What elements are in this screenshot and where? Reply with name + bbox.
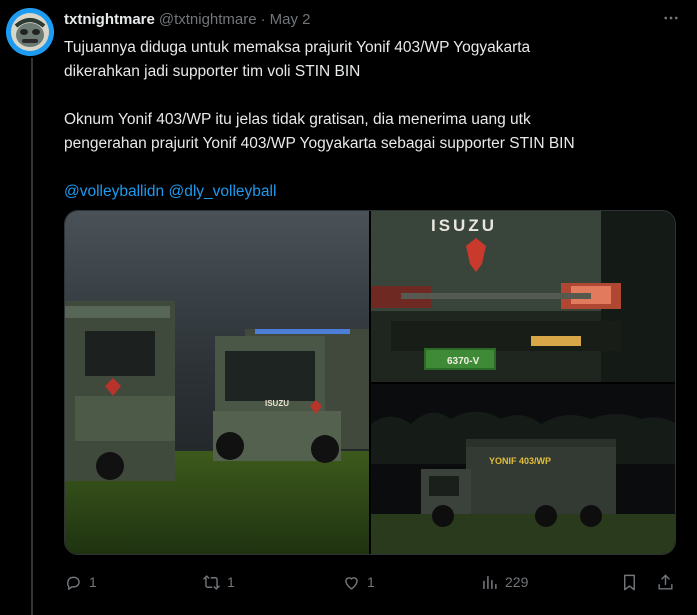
- retweet-button[interactable]: 1: [202, 570, 235, 594]
- views-icon: [483, 575, 497, 589]
- text-line: Tujuannya diduga untuk memaksa prajurit …: [64, 39, 531, 56]
- media-grid: ISUZU ISUZU 6370-V YONIF 403/WP: [64, 210, 676, 555]
- mention-link[interactable]: @dly_volleyball: [169, 183, 277, 200]
- retweet-icon: [202, 574, 221, 590]
- photo-trucks-night[interactable]: ISUZU: [65, 211, 369, 554]
- text-line: Oknum Yonif 403/WP itu jelas tidak grati…: [64, 111, 531, 128]
- text-line: pengerahan prajurit Yonif 403/WP Yogyaka…: [64, 135, 575, 152]
- truck-side-label: YONIF 403/WP: [489, 456, 551, 466]
- more-icon: [664, 16, 678, 20]
- share-button[interactable]: [656, 570, 681, 594]
- reply-icon: [67, 576, 80, 590]
- photo-truck-front[interactable]: ISUZU 6370-V: [371, 211, 675, 382]
- avatar[interactable]: [6, 8, 54, 56]
- like-button[interactable]: 1: [342, 570, 375, 594]
- user-handle[interactable]: @txtnightmare: [159, 11, 257, 28]
- avatar-image: [6, 8, 54, 56]
- text-line: dikerahkan jadi supporter tim voli STIN …: [64, 63, 361, 80]
- bookmark-icon: [624, 574, 635, 590]
- action-bar: 1 1 1 229: [64, 570, 684, 594]
- tweet-date[interactable]: May 2: [270, 11, 311, 28]
- retweet-count: 1: [227, 574, 235, 590]
- bookmark-button[interactable]: [620, 570, 645, 594]
- separator-dot: ·: [260, 10, 266, 28]
- views-button[interactable]: 229: [480, 570, 528, 594]
- thread-line: [31, 58, 33, 615]
- plate-number: 6370-V: [447, 356, 480, 367]
- share-icon: [658, 573, 673, 590]
- like-icon: [345, 576, 358, 590]
- mention-link[interactable]: @volleyballidn: [64, 183, 164, 200]
- like-count: 1: [367, 574, 375, 590]
- truck-brand-large: ISUZU: [431, 216, 497, 235]
- reply-button[interactable]: 1: [64, 570, 97, 594]
- views-count: 229: [505, 574, 529, 590]
- more-button[interactable]: [661, 10, 681, 26]
- display-name[interactable]: txtnightmare: [64, 11, 155, 28]
- reply-count: 1: [89, 574, 97, 590]
- truck-brand-text: ISUZU: [265, 399, 289, 408]
- tweet-header: txtnightmare @txtnightmare · May 2: [64, 8, 310, 30]
- photo-truck-side[interactable]: YONIF 403/WP: [371, 384, 675, 554]
- mentions-line: @volleyballidn @dly_volleyball: [64, 180, 684, 204]
- tweet-text: Tujuannya diduga untuk memaksa prajurit …: [64, 36, 684, 204]
